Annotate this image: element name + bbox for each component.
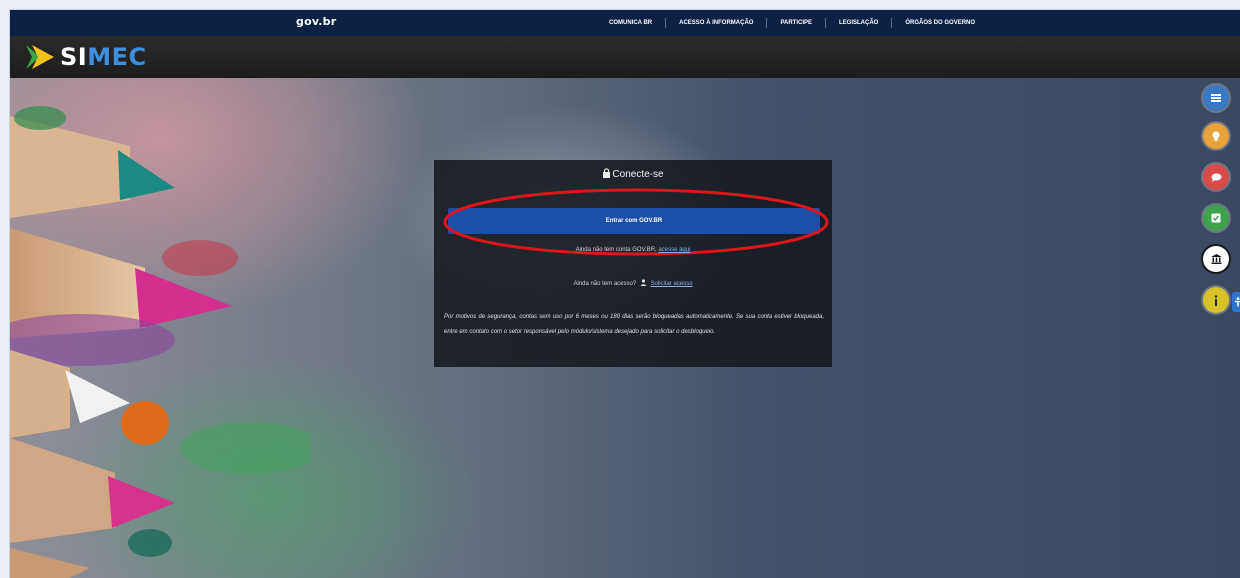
gov-link-orgaos[interactable]: ÓRGÃOS DO GOVERNO: [892, 20, 988, 26]
login-title: Conecte-se: [612, 169, 664, 180]
gov-bar: gov.br COMUNICA BR ACESSO À INFORMAÇÃO P…: [10, 10, 1240, 36]
no-access-label: Ainda não tem acesso?: [573, 281, 637, 287]
lock-icon: [603, 168, 611, 178]
side-button-list[interactable]: [1203, 85, 1229, 111]
browser-viewport: gov.br COMUNICA BR ACESSO À INFORMAÇÃO P…: [9, 9, 1240, 578]
pencils-illustration: [10, 106, 310, 578]
create-account-link[interactable]: acesse aqui: [658, 247, 690, 253]
side-button-info[interactable]: [1203, 287, 1229, 313]
gov-link-legislacao[interactable]: LEGISLAÇÃO: [826, 20, 891, 26]
gov-link-comunica[interactable]: COMUNICA BR: [596, 20, 665, 26]
accessibility-icon: [1235, 297, 1240, 307]
checkbox-icon: [1211, 213, 1221, 223]
gov-link-participe[interactable]: PARTICIPE: [767, 20, 825, 26]
gov-links: COMUNICA BR ACESSO À INFORMAÇÃO PARTICIP…: [596, 18, 988, 28]
request-access-link[interactable]: Solicitar acesso: [651, 281, 693, 287]
no-account-text: Ainda não tem conta GOV.BR, acesse aqui: [434, 247, 832, 253]
side-button-lightbulb[interactable]: [1203, 123, 1229, 149]
no-access-text: Ainda não tem acesso? Solicitar acesso: [434, 279, 832, 287]
govbr-logo[interactable]: gov.br: [296, 15, 336, 28]
login-card: Conecte-se Entrar com GOV.BR Ainda não t…: [434, 160, 832, 367]
chat-icon: [1211, 173, 1221, 182]
info-icon: [1214, 294, 1218, 306]
user-icon: [640, 279, 647, 286]
logo-text-si: SI: [60, 43, 88, 71]
simec-arrow-icon: [26, 45, 54, 69]
login-govbr-button[interactable]: Entrar com GOV.BR: [448, 208, 820, 234]
logo-text-mec: MEC: [87, 43, 147, 71]
no-account-label: Ainda não tem conta GOV.BR,: [575, 247, 657, 253]
side-button-institution[interactable]: [1203, 246, 1229, 272]
institution-icon: [1210, 254, 1222, 264]
app-header: SIMEC: [10, 36, 1240, 78]
security-notice: Por motivos de segurança, contas sem uso…: [444, 314, 824, 335]
list-icon: [1211, 94, 1221, 102]
lightbulb-icon: [1212, 130, 1220, 141]
simec-logo[interactable]: SIMEC: [24, 43, 147, 71]
gov-link-acesso-informacao[interactable]: ACESSO À INFORMAÇÃO: [666, 20, 766, 26]
side-tab-handle[interactable]: [1232, 292, 1240, 312]
side-button-chat[interactable]: [1203, 164, 1229, 190]
side-button-checkbox[interactable]: [1203, 205, 1229, 231]
